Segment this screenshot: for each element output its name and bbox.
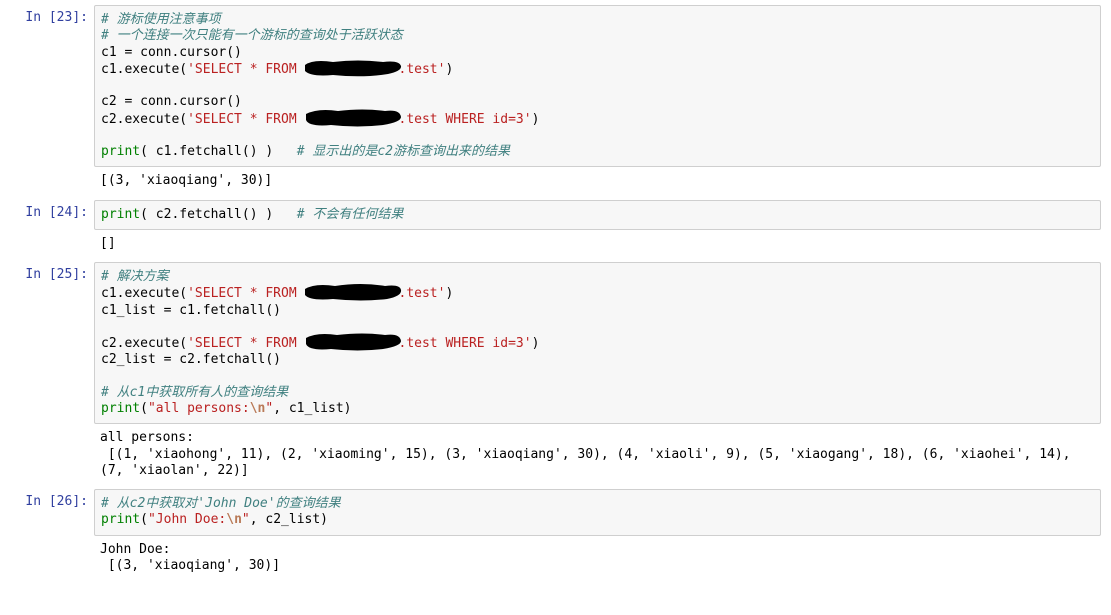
cell-content: # 游标使用注意事项 # 一个连接一次只能有一个游标的查询处于活跃状态 c1 =… <box>94 5 1101 200</box>
input-prompt: In [23]: <box>10 5 94 31</box>
code-cell: In [23]: # 游标使用注意事项 # 一个连接一次只能有一个游标的查询处于… <box>10 5 1101 200</box>
input-area[interactable]: # 游标使用注意事项 # 一个连接一次只能有一个游标的查询处于活跃状态 c1 =… <box>94 5 1101 167</box>
output-area: [(3, 'xiaoqiang', 30)] <box>94 167 1101 199</box>
output-text: all persons: [(1, 'xiaohong', 11), (2, '… <box>100 430 1095 479</box>
code: # 从c2中获取对'John Doe'的查询结果 print("John Doe… <box>101 496 1094 529</box>
input-area[interactable]: # 解决方案 c1.execute('SELECT * FROM .test')… <box>94 262 1101 424</box>
output-text: John Doe: [(3, 'xiaoqiang', 30)] <box>100 542 1095 575</box>
cell-content: # 从c2中获取对'John Doe'的查询结果 print("John Doe… <box>94 489 1101 584</box>
redaction-mark <box>305 285 399 300</box>
cell-content: # 解决方案 c1.execute('SELECT * FROM .test')… <box>94 262 1101 489</box>
redaction-mark <box>305 61 399 76</box>
input-area[interactable]: # 从c2中获取对'John Doe'的查询结果 print("John Doe… <box>94 489 1101 536</box>
code: # 游标使用注意事项 # 一个连接一次只能有一个游标的查询处于活跃状态 c1 =… <box>101 12 1094 160</box>
code-cell: In [25]: # 解决方案 c1.execute('SELECT * FRO… <box>10 262 1101 489</box>
code: # 解决方案 c1.execute('SELECT * FROM .test')… <box>101 269 1094 417</box>
input-prompt: In [25]: <box>10 262 94 288</box>
input-prompt: In [24]: <box>10 200 94 226</box>
output-area: John Doe: [(3, 'xiaoqiang', 30)] <box>94 536 1101 585</box>
output-area: [] <box>94 230 1101 262</box>
output-area: all persons: [(1, 'xiaohong', 11), (2, '… <box>94 424 1101 489</box>
code-cell: In [24]: print( c2.fetchall() ) # 不会有任何结… <box>10 200 1101 263</box>
output-text: [(3, 'xiaoqiang', 30)] <box>100 173 1095 189</box>
code: print( c2.fetchall() ) # 不会有任何结果 <box>101 207 1094 223</box>
redaction-mark <box>305 111 399 126</box>
redaction-mark <box>305 335 399 350</box>
output-text: [] <box>100 236 1095 252</box>
input-prompt: In [26]: <box>10 489 94 515</box>
cell-content: print( c2.fetchall() ) # 不会有任何结果 [] <box>94 200 1101 263</box>
input-area[interactable]: print( c2.fetchall() ) # 不会有任何结果 <box>94 200 1101 230</box>
code-cell: In [26]: # 从c2中获取对'John Doe'的查询结果 print(… <box>10 489 1101 584</box>
